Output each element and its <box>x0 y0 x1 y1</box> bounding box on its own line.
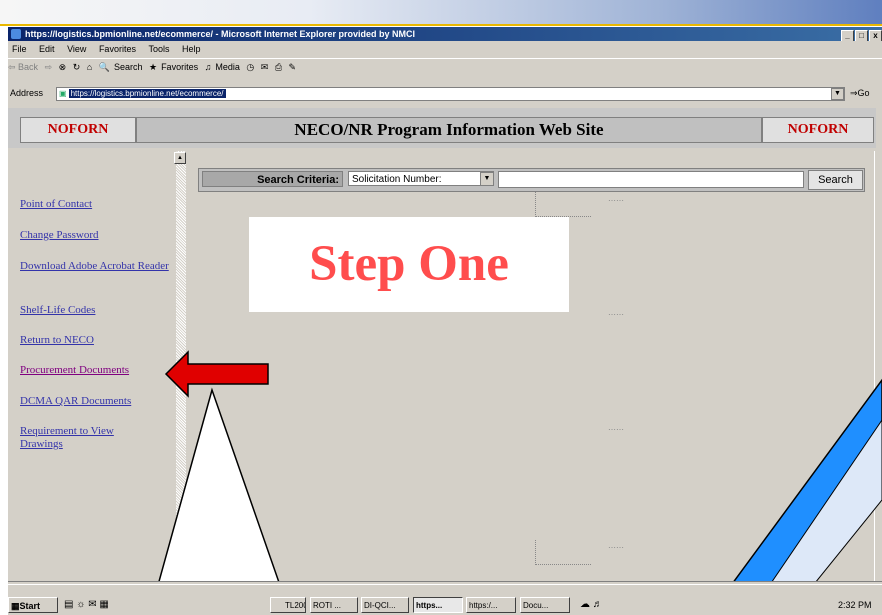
windows-logo-icon: ▦ <box>11 601 20 611</box>
taskbar-item-label: https... <box>416 601 443 610</box>
start-label: Start <box>19 601 41 611</box>
network-icon[interactable]: ☁ <box>580 599 590 610</box>
system-tray: ☁ ♬ <box>580 597 603 613</box>
volume-icon[interactable]: ♬ <box>593 599 603 610</box>
start-button[interactable]: ▦Start <box>8 597 58 613</box>
taskbar-item[interactable]: Docu... <box>520 597 570 613</box>
taskbar-item[interactable]: TL200... <box>270 597 306 613</box>
ie-icon[interactable]: ☼ <box>76 599 85 610</box>
taskbar-item-label: DI-QCI... <box>364 601 396 610</box>
taskbar-clock: 2:32 PM <box>838 600 872 610</box>
taskbar-item-label: Docu... <box>523 601 549 610</box>
taskbar-item-label: TL200... <box>285 601 305 610</box>
taskbar-item[interactable]: ROTI ... <box>310 597 358 613</box>
desktop-icon[interactable]: ▤ <box>64 599 73 610</box>
quick-launch: ▤ ☼ ✉ ▦ <box>64 597 109 613</box>
red-pointer-arrow <box>164 350 269 398</box>
taskbar-item-active[interactable]: https... <box>413 597 463 613</box>
taskbar-item-label: ROTI ... <box>313 601 341 610</box>
taskbar-item[interactable]: https:/... <box>466 597 516 613</box>
outlook-icon[interactable]: ✉ <box>88 599 96 610</box>
taskbar-item-label: https:/... <box>469 601 498 610</box>
word-icon[interactable]: ▦ <box>99 599 108 610</box>
annotation-overlay <box>149 350 882 614</box>
taskbar-item[interactable]: DI-QCI... <box>361 597 409 613</box>
